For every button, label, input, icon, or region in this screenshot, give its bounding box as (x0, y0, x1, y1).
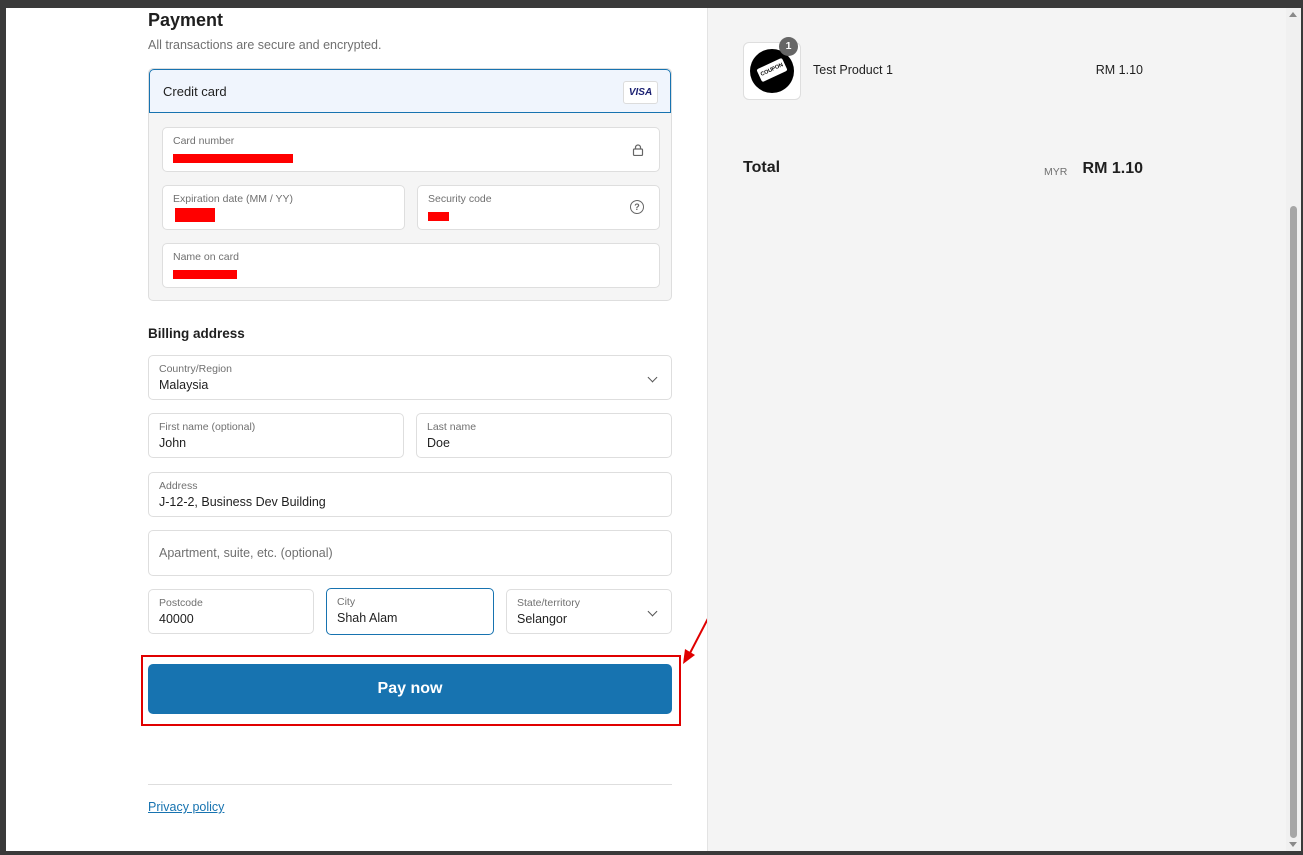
country-label: Country/Region (159, 363, 232, 375)
lock-icon (632, 144, 644, 156)
postcode-value: 40000 (159, 612, 194, 626)
country-select[interactable]: Country/Region Malaysia (148, 355, 672, 400)
chevron-down-icon (647, 372, 658, 383)
address-field[interactable]: Address J-12-2, Business Dev Building (148, 472, 672, 517)
chevron-down-icon (647, 606, 658, 617)
visa-logo-icon: VISA (623, 81, 658, 104)
billing-address-title: Billing address (148, 326, 245, 341)
total-label: Total (743, 159, 781, 176)
apartment-field[interactable]: Apartment, suite, etc. (optional) (148, 530, 672, 576)
last-name-label: Last name (427, 421, 477, 433)
name-on-card-label: Name on card (173, 251, 239, 263)
security-code-field[interactable]: Security code ? (417, 185, 660, 230)
card-number-field[interactable]: Card number (162, 127, 660, 172)
first-name-value: John (159, 436, 187, 450)
product-price: RM 1.10 (1095, 63, 1143, 77)
postcode-label: Postcode (159, 597, 203, 609)
page-scrollbar[interactable] (1286, 8, 1301, 851)
postcode-field[interactable]: Postcode 40000 (148, 589, 314, 634)
scroll-up-arrow-icon[interactable] (1289, 12, 1297, 17)
country-value: Malaysia (159, 378, 209, 392)
last-name-value: Doe (427, 436, 450, 450)
help-circle-icon[interactable]: ? (630, 200, 644, 214)
coupon-tag-text: COUPON (756, 57, 788, 83)
total-value: RM 1.10 (1082, 160, 1143, 177)
state-value: Selangor (517, 612, 568, 626)
expiration-date-field[interactable]: Expiration date (MM / YY) (162, 185, 405, 230)
currency-code: MYR (1044, 166, 1068, 178)
address-value: J-12-2, Business Dev Building (159, 495, 326, 509)
scrollbar-thumb[interactable] (1290, 206, 1297, 838)
city-value: Shah Alam (337, 611, 398, 625)
expiration-date-label: Expiration date (MM / YY) (173, 193, 294, 205)
first-name-label: First name (optional) (159, 421, 256, 433)
scroll-down-arrow-icon[interactable] (1289, 842, 1297, 847)
state-label: State/territory (517, 597, 581, 609)
footer-divider (148, 784, 672, 785)
annotation-highlight-box (141, 655, 681, 726)
credit-card-section: Credit card VISA Card number Expiration … (148, 68, 672, 301)
name-on-card-field[interactable]: Name on card (162, 243, 660, 288)
payment-subtitle: All transactions are secure and encrypte… (148, 38, 382, 52)
payment-panel: Payment All transactions are secure and … (6, 8, 716, 851)
first-name-field[interactable]: First name (optional) John (148, 413, 404, 458)
card-number-label: Card number (173, 135, 235, 147)
expiration-redaction (175, 208, 215, 222)
apartment-placeholder: Apartment, suite, etc. (optional) (159, 546, 333, 560)
payment-title: Payment (148, 10, 224, 30)
product-name: Test Product 1 (813, 63, 893, 77)
name-on-card-redaction (173, 270, 237, 279)
card-number-redaction (173, 154, 293, 163)
credit-card-option[interactable]: Credit card VISA (149, 69, 671, 113)
address-label: Address (159, 480, 198, 492)
credit-card-label: Credit card (163, 84, 227, 99)
security-code-redaction (428, 212, 449, 221)
last-name-field[interactable]: Last name Doe (416, 413, 672, 458)
security-code-label: Security code (428, 193, 492, 205)
city-label: City (337, 596, 356, 608)
privacy-policy-link[interactable]: Privacy policy (148, 800, 224, 814)
order-summary-panel: COUPON Test Product 1 RM 1.10 Total MYR … (707, 8, 1286, 851)
city-field[interactable]: City Shah Alam (326, 588, 494, 635)
checkout-window: Payment All transactions are secure and … (6, 8, 1286, 851)
quantity-badge: 1 (779, 37, 798, 56)
state-select[interactable]: State/territory Selangor (506, 589, 672, 634)
